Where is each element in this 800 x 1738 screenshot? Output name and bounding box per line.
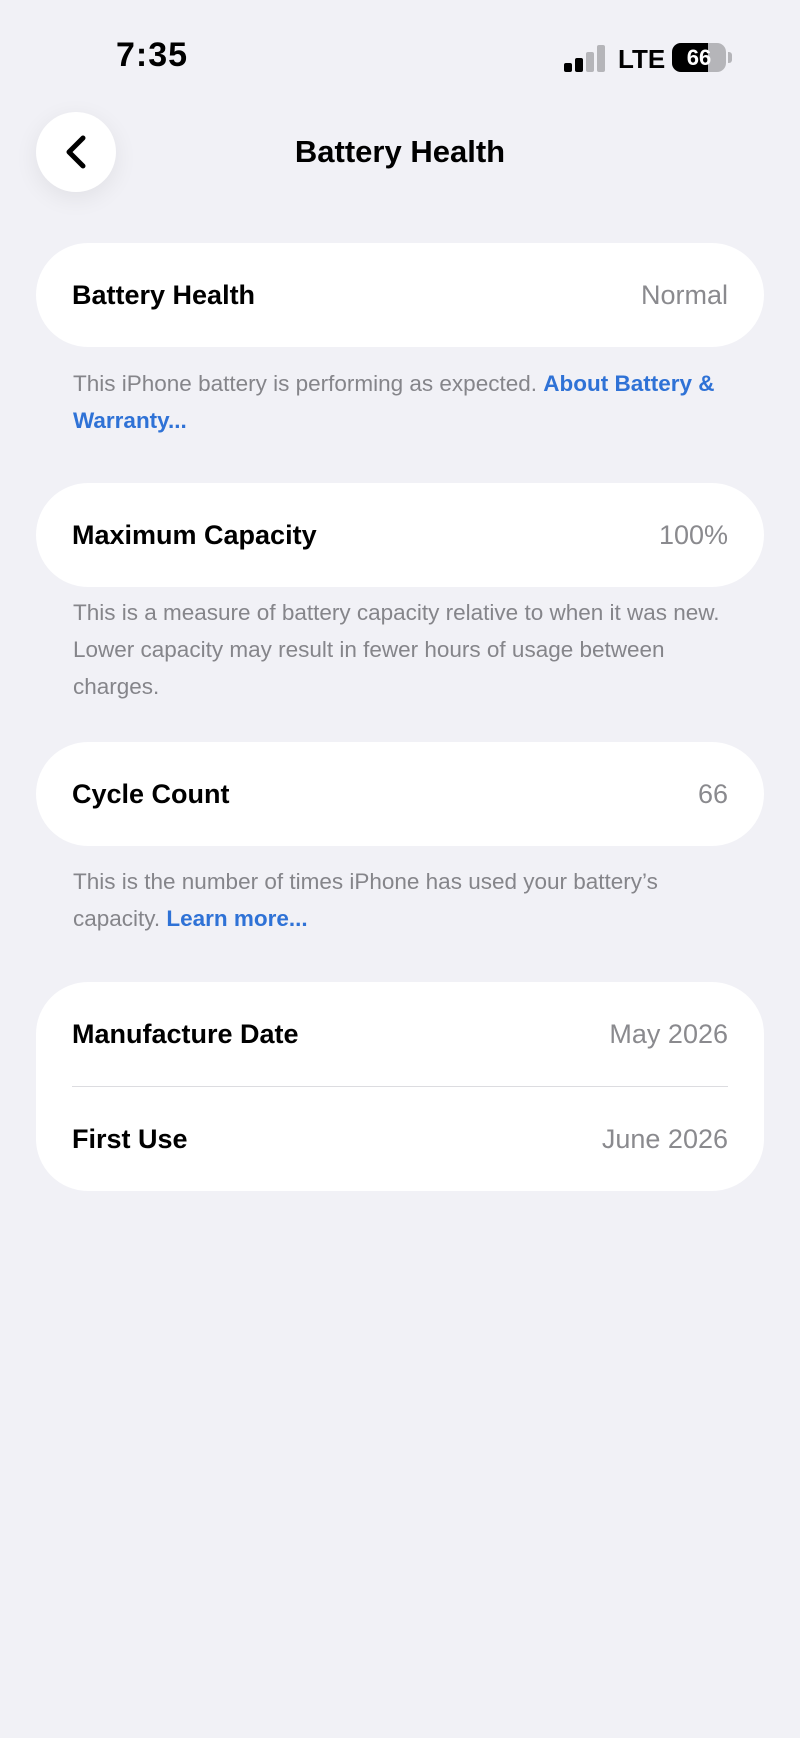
cycle-count-footnote: This is the number of times iPhone has u… bbox=[73, 863, 733, 937]
cellular-signal-icon bbox=[564, 45, 606, 72]
cycle-count-value: 66 bbox=[697, 778, 728, 809]
battery-health-value: Normal bbox=[640, 279, 728, 310]
battery-icon: 66 bbox=[672, 43, 726, 72]
learn-more-link[interactable]: Learn more... bbox=[166, 906, 307, 931]
navigation-bar: Battery Health bbox=[0, 100, 800, 210]
signal-bar bbox=[575, 58, 583, 72]
maximum-capacity-footnote: This is a measure of battery capacity re… bbox=[73, 594, 733, 705]
cycle-count-row: Cycle Count 66 bbox=[36, 742, 764, 846]
signal-bar bbox=[586, 52, 594, 72]
battery-health-footnote: This iPhone battery is performing as exp… bbox=[73, 365, 733, 439]
manufacture-date-label: Manufacture Date bbox=[72, 1018, 299, 1049]
first-use-value: June 2026 bbox=[601, 1123, 728, 1154]
network-type: LTE bbox=[618, 44, 666, 74]
maximum-capacity-card: Maximum Capacity 100% bbox=[36, 483, 764, 587]
maximum-capacity-footnote-text: This is a measure of battery capacity re… bbox=[73, 600, 720, 699]
battery-health-card: Battery Health Normal bbox=[36, 243, 764, 347]
battery-health-label: Battery Health bbox=[72, 279, 256, 310]
battery-level: 66 bbox=[686, 45, 712, 70]
signal-bar bbox=[564, 63, 572, 72]
cycle-count-card: Cycle Count 66 bbox=[36, 742, 764, 846]
cycle-count-footnote-text: This is the number of times iPhone has u… bbox=[73, 869, 658, 931]
first-use-row: First Use June 2026 bbox=[36, 1087, 764, 1191]
first-use-label: First Use bbox=[72, 1123, 188, 1154]
status-time: 7:35 bbox=[116, 36, 189, 74]
manufacture-date-value: May 2026 bbox=[609, 1018, 728, 1049]
page-title: Battery Health bbox=[294, 134, 506, 169]
dates-card: Manufacture Date May 2026 First Use June… bbox=[36, 982, 764, 1191]
manufacture-date-row: Manufacture Date May 2026 bbox=[36, 982, 764, 1086]
battery-health-row: Battery Health Normal bbox=[36, 243, 764, 347]
signal-bar bbox=[597, 45, 605, 72]
status-bar: 7:35 LTE 66 bbox=[0, 0, 800, 100]
battery-health-footnote-text: This iPhone battery is performing as exp… bbox=[73, 371, 544, 396]
cycle-count-label: Cycle Count bbox=[72, 778, 230, 809]
maximum-capacity-value: 100% bbox=[658, 519, 728, 550]
maximum-capacity-row: Maximum Capacity 100% bbox=[36, 483, 764, 587]
maximum-capacity-label: Maximum Capacity bbox=[72, 519, 317, 550]
battery-cap bbox=[728, 52, 732, 63]
